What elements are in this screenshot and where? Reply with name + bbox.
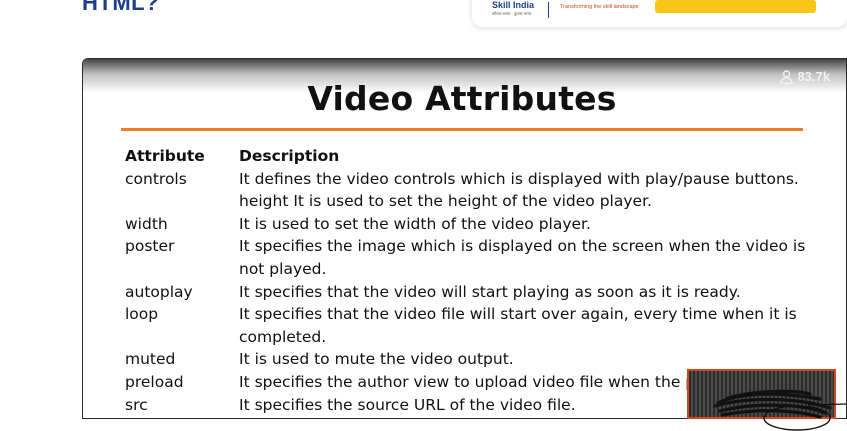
description-cell: It specifies that the video will start p… (239, 282, 741, 301)
description-cell: height It is used to set the height of t… (239, 192, 652, 211)
ad-tagline: Transforming the skill landscape (560, 4, 639, 10)
attribute-cell: poster (125, 237, 175, 256)
table-row: width It is used to set the width of the… (125, 213, 825, 236)
attribute-cell: autoplay (125, 282, 193, 301)
header-description: Description (239, 147, 340, 165)
attribute-cell (125, 258, 239, 281)
table-row: controls It defines the video controls w… (125, 168, 825, 191)
article-heading: HTML? (82, 0, 160, 15)
table-row: not played. (125, 258, 825, 281)
ad-banner[interactable]: Skill India कौशल भारत - कुशल भारत Transf… (472, 0, 847, 27)
header-attribute: Attribute (125, 147, 205, 165)
table-row: autoplay It specifies that the video wil… (125, 281, 825, 304)
attribute-cell: width (125, 214, 168, 233)
logo-text: Skill India (492, 0, 535, 10)
table-header-row: Attribute Description (125, 145, 825, 168)
description-cell: It specifies that the video file will st… (239, 305, 797, 324)
ad-cta-button[interactable] (655, 0, 816, 13)
description-cell: It is used to set the width of the video… (239, 214, 591, 233)
skill-india-logo: Skill India कौशल भारत - कुशल भारत (492, 0, 534, 17)
attribute-cell: controls (125, 169, 187, 188)
description-cell: completed. (239, 327, 327, 346)
logo-subtext: कौशल भारत - कुशल भारत (492, 11, 532, 16)
table-row: loop It specifies that the video file wi… (125, 303, 825, 326)
attribute-cell: muted (125, 350, 176, 369)
attribute-cell (125, 190, 239, 213)
video-player[interactable]: 83.7k Video Attributes Attribute Descrip… (82, 58, 847, 419)
description-cell: It specifies the image which is displaye… (239, 237, 806, 256)
table-row: completed. (125, 326, 825, 349)
description-cell: It is used to mute the video output. (239, 350, 514, 369)
description-cell: not played. (239, 259, 327, 278)
table-row: muted It is used to mute the video outpu… (125, 348, 825, 371)
scribble-overlay (713, 389, 847, 431)
description-cell: It defines the video controls which is d… (239, 169, 799, 188)
attribute-cell (125, 326, 239, 349)
title-underline (121, 128, 803, 131)
table-row: height It is used to set the height of t… (125, 190, 825, 213)
table-row: poster It specifies the image which is d… (125, 235, 825, 258)
ad-divider (548, 2, 549, 18)
attribute-cell: src (125, 395, 148, 414)
slide-title: Video Attributes (307, 79, 617, 118)
attribute-cell: preload (125, 372, 184, 391)
attribute-cell: loop (125, 305, 159, 324)
